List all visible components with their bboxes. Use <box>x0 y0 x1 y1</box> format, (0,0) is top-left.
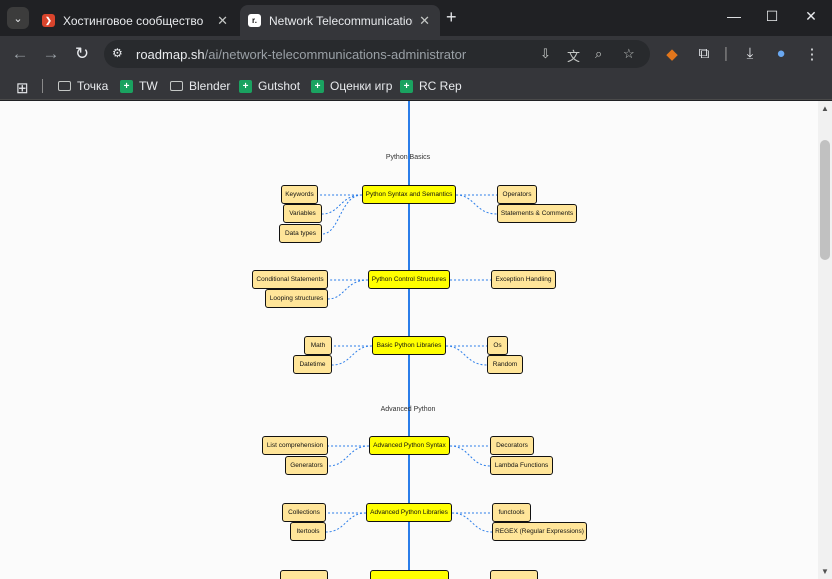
metamask-extension-icon[interactable]: ◆ <box>662 45 682 63</box>
bookmark-label: Gutshot <box>258 79 301 93</box>
green-bookmark-icon: + <box>239 79 252 93</box>
site-settings-icon[interactable]: ⚙ <box>112 46 123 60</box>
subtopic-node[interactable]: Decorators <box>490 436 534 455</box>
bookmark-tw[interactable]: + TW <box>120 79 158 93</box>
connector <box>327 279 369 300</box>
topic-node[interactable]: Python Syntax and Semantics <box>362 185 456 204</box>
connector <box>451 512 493 533</box>
bookmark-blender[interactable]: Blender <box>170 79 230 93</box>
subtopic-node[interactable]: Looping structures <box>265 289 328 308</box>
green-bookmark-icon: + <box>311 79 324 93</box>
window-close-icon[interactable]: ✕ <box>801 8 821 25</box>
close-icon[interactable]: ✕ <box>217 13 228 29</box>
subtopic-node[interactable]: Lambda Functions <box>490 456 553 475</box>
forward-arrow-icon[interactable]: → <box>41 44 61 64</box>
section-label-python-basics: Python Basics <box>385 154 431 161</box>
bookmark-rc-rep[interactable]: + RC Rep <box>400 79 462 93</box>
subtopic-node[interactable]: Generators <box>285 456 328 475</box>
subtopic-node[interactable]: Exception Handling <box>491 270 556 289</box>
tab-roadmap[interactable]: r. Network Telecommunications A ✕ <box>240 5 440 36</box>
tab-title: Хостинговое сообщество «Tim <box>63 13 207 28</box>
bookmark-label: Точка <box>77 79 109 93</box>
scroll-down-arrow-icon[interactable]: ▼ <box>821 567 829 576</box>
tab-search-button[interactable]: ⌄ <box>7 7 29 29</box>
new-tab-button[interactable]: + <box>446 8 457 26</box>
folder-icon <box>58 81 71 91</box>
close-icon[interactable]: ✕ <box>419 13 430 29</box>
back-arrow-icon[interactable]: ← <box>10 44 30 64</box>
subtopic-node-partial[interactable] <box>280 570 328 579</box>
topic-node[interactable]: Advanced Python Libraries <box>366 503 452 522</box>
folder-icon <box>170 81 183 91</box>
green-bookmark-icon: + <box>400 79 413 93</box>
roadmap-favicon-icon: r. <box>248 14 261 27</box>
bookmark-label: RC Rep <box>419 79 462 93</box>
bookmark-star-icon[interactable]: ☆ <box>623 46 635 62</box>
green-bookmark-icon: + <box>120 79 133 93</box>
install-app-icon[interactable]: ⇩ <box>540 46 551 62</box>
tab-timeweb[interactable]: ❯ Хостинговое сообщество «Tim ✕ <box>34 5 238 36</box>
connector <box>325 512 367 533</box>
translate-icon[interactable]: 文 <box>567 46 580 65</box>
connector <box>449 445 491 467</box>
subtopic-node-partial[interactable] <box>490 570 538 579</box>
topic-node[interactable]: Advanced Python Syntax <box>369 436 450 455</box>
subtopic-node[interactable]: Conditional Statements <box>252 270 328 289</box>
maximize-icon[interactable]: ☐ <box>762 8 782 25</box>
scroll-up-arrow-icon[interactable]: ▲ <box>821 104 829 113</box>
subtopic-node[interactable]: Collections <box>282 503 326 522</box>
subtopic-node[interactable]: REGEX (Regular Expressions) <box>492 522 587 541</box>
address-bar[interactable]: ⚙ roadmap.sh/ai/network-telecommunicatio… <box>104 40 650 68</box>
subtopic-node[interactable]: Itertools <box>290 522 326 541</box>
subtopic-node[interactable]: Statements & Comments <box>497 204 577 223</box>
bookmark-label: TW <box>139 79 158 93</box>
bookmarks-divider <box>42 79 43 93</box>
bookmark-label: Оценки игр <box>330 79 393 93</box>
subtopic-node[interactable]: Data types <box>279 224 322 243</box>
connector <box>321 194 363 215</box>
menu-icon[interactable]: ⋮ <box>802 45 822 63</box>
timeweb-favicon-icon: ❯ <box>42 14 55 27</box>
subtopic-node[interactable]: Os <box>487 336 508 355</box>
download-icon[interactable]: ⤓ <box>740 45 760 62</box>
bookmark-tochka[interactable]: Точка <box>58 79 108 93</box>
toolbar-divider: | <box>724 45 728 62</box>
connector <box>321 194 363 235</box>
connector <box>327 445 370 467</box>
topic-node[interactable]: Python Control Structures <box>368 270 450 289</box>
tab-title: Network Telecommunications A <box>269 13 413 28</box>
bookmark-game-ratings[interactable]: + Оценки игр <box>311 79 392 93</box>
subtopic-node[interactable]: Math <box>304 336 332 355</box>
topic-node-partial[interactable] <box>370 570 449 579</box>
subtopic-node[interactable]: functools <box>492 503 531 522</box>
section-label-advanced-python: Advanced Python <box>380 406 436 413</box>
subtopic-node[interactable]: List comprehension <box>262 436 328 455</box>
apps-grid-icon[interactable]: ⊞ <box>16 79 29 97</box>
chevron-down-icon: ⌄ <box>13 12 23 25</box>
scrollbar-thumb[interactable] <box>820 140 830 260</box>
page-viewport: Python Basics Advanced Python Python Syn… <box>0 101 818 579</box>
bookmark-label: Blender <box>189 79 231 93</box>
subtopic-node[interactable]: Random <box>487 355 523 374</box>
browser-toolbar: ← → ↻ ⚙ roadmap.sh/ai/network-telecommun… <box>0 36 832 72</box>
minimize-icon[interactable]: — <box>724 8 744 24</box>
connector <box>455 194 498 215</box>
zoom-icon[interactable]: ⌕ <box>595 46 602 62</box>
tab-strip: ⌄ ❯ Хостинговое сообщество «Tim ✕ r. Net… <box>0 0 832 36</box>
bookmark-gutshot[interactable]: + Gutshot <box>239 79 300 93</box>
connector <box>445 345 488 366</box>
subtopic-node[interactable]: Variables <box>283 204 322 223</box>
subtopic-node[interactable]: Keywords <box>281 185 318 204</box>
reload-icon[interactable]: ↻ <box>72 44 92 64</box>
topic-node[interactable]: Basic Python Libraries <box>372 336 446 355</box>
profile-avatar-icon[interactable]: ● <box>771 45 791 62</box>
extensions-icon[interactable]: ⧉ <box>694 45 714 62</box>
url-text[interactable]: roadmap.sh/ai/network-telecommunications… <box>136 47 466 62</box>
subtopic-node[interactable]: Datetime <box>293 355 332 374</box>
connector <box>331 345 373 366</box>
subtopic-node[interactable]: Operators <box>497 185 537 204</box>
